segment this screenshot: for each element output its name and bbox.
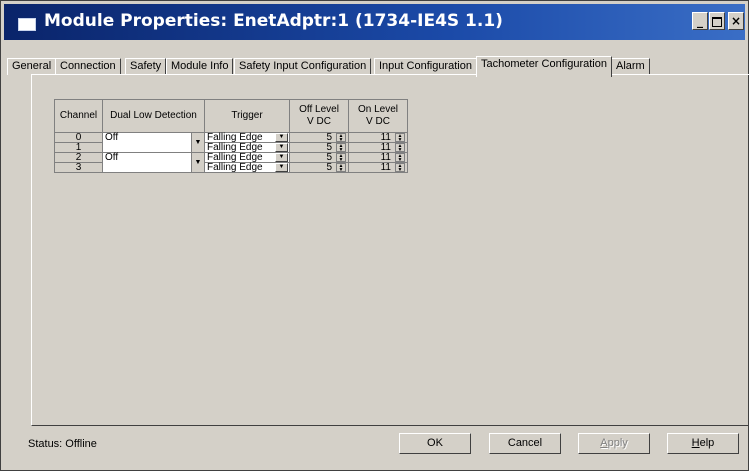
chevron-down-icon[interactable]: ▼ [191, 153, 204, 172]
table-row: 0 Off ▼ Falling Edge ▼ 5 ▲ ▼ 11 ▲ ▼ [54, 132, 408, 153]
header-on-level: On Level V DC [348, 99, 408, 133]
tachometer-grid: Channel Dual Low Detection Trigger Off L… [54, 99, 408, 173]
minimize-icon: _ [697, 14, 703, 28]
channel-cell: 1 [54, 142, 103, 153]
help-button[interactable]: Help [667, 433, 739, 454]
dual-low-detection-select-2[interactable]: Off ▼ [102, 152, 205, 173]
dual-low-detection-value: Off [105, 132, 119, 143]
tab-connection[interactable]: Connection [55, 58, 121, 75]
chevron-down-icon[interactable]: ▼ [275, 133, 288, 142]
status-text: Status: Offline [28, 438, 97, 450]
tab-alarm[interactable]: Alarm [611, 58, 650, 75]
spinner-arrows-icon[interactable]: ▲ ▼ [336, 163, 346, 173]
header-channel: Channel [54, 99, 103, 133]
off-level-spinner-0[interactable]: 5 ▲ ▼ [289, 132, 349, 143]
spinner-arrows-icon[interactable]: ▲ ▼ [395, 143, 405, 153]
trigger-value: Falling Edge [207, 152, 263, 163]
dual-low-detection-value: Off [105, 152, 119, 163]
maximize-icon [712, 17, 722, 27]
table-row: 2 Off ▼ Falling Edge ▼ 5 ▲ ▼ 11 ▲ ▼ [54, 152, 408, 173]
off-level-value: 5 [326, 152, 332, 163]
tab-module-info[interactable]: Module Info [166, 58, 234, 75]
trigger-select-2[interactable]: Falling Edge ▼ [204, 152, 290, 163]
window-title: Module Properties: EnetAdptr:1 (1734-IE4… [44, 11, 503, 31]
off-level-spinner-1[interactable]: 5 ▲ ▼ [289, 142, 349, 153]
on-level-spinner-2[interactable]: 11 ▲ ▼ [348, 152, 408, 163]
close-icon: × [730, 14, 742, 28]
trigger-value: Falling Edge [207, 132, 263, 143]
chevron-down-icon[interactable]: ▼ [191, 133, 204, 152]
tab-tachometer-configuration[interactable]: Tachometer Configuration [476, 56, 612, 77]
header-dual-low-detection: Dual Low Detection [102, 99, 205, 133]
grid-header-row: Channel Dual Low Detection Trigger Off L… [54, 99, 408, 133]
tab-safety[interactable]: Safety [125, 58, 167, 75]
maximize-button[interactable] [709, 12, 725, 30]
spinner-arrows-icon[interactable]: ▲ ▼ [395, 153, 405, 163]
on-level-spinner-0[interactable]: 11 ▲ ▼ [348, 132, 408, 143]
module-properties-window: Module Properties: EnetAdptr:1 (1734-IE4… [0, 0, 749, 471]
trigger-value: Falling Edge [207, 162, 263, 173]
channel-cell: 2 [54, 152, 103, 163]
off-level-value: 5 [326, 162, 332, 173]
trigger-select-0[interactable]: Falling Edge ▼ [204, 132, 290, 143]
help-mnemonic: H [691, 437, 700, 449]
tab-input-configuration[interactable]: Input Configuration [374, 58, 477, 75]
spinner-arrows-icon[interactable]: ▲ ▼ [395, 133, 405, 143]
off-level-spinner-3[interactable]: 5 ▲ ▼ [289, 162, 349, 173]
spinner-arrows-icon[interactable]: ▲ ▼ [336, 153, 346, 163]
on-level-value: 11 [380, 142, 391, 153]
on-level-value: 11 [380, 152, 391, 163]
on-level-spinner-1[interactable]: 11 ▲ ▼ [348, 142, 408, 153]
title-bar[interactable]: Module Properties: EnetAdptr:1 (1734-IE4… [4, 4, 745, 40]
cancel-label: Cancel [507, 437, 543, 449]
ok-label: OK [427, 437, 443, 449]
header-off-level: Off Level V DC [289, 99, 349, 133]
chevron-down-icon[interactable]: ▼ [275, 143, 288, 152]
spinner-arrows-icon[interactable]: ▲ ▼ [336, 133, 346, 143]
on-level-value: 11 [380, 162, 391, 173]
header-trigger: Trigger [204, 99, 290, 133]
window-icon [18, 18, 36, 31]
minimize-button[interactable]: _ [692, 12, 708, 30]
close-button[interactable]: × [728, 12, 744, 30]
ok-button[interactable]: OK [399, 433, 471, 454]
off-level-value: 5 [326, 132, 332, 143]
channel-cell: 3 [54, 162, 103, 173]
trigger-value: Falling Edge [207, 142, 263, 153]
chevron-down-icon[interactable]: ▼ [275, 153, 288, 162]
on-level-value: 11 [380, 132, 391, 143]
trigger-select-3[interactable]: Falling Edge ▼ [204, 162, 290, 173]
trigger-select-1[interactable]: Falling Edge ▼ [204, 142, 290, 153]
tab-general[interactable]: General [7, 58, 57, 75]
tab-safety-input-configuration[interactable]: Safety Input Configuration [234, 58, 372, 75]
apply-mnemonic: A [600, 437, 608, 449]
off-level-value: 5 [326, 142, 332, 153]
help-label: elp [699, 437, 715, 449]
cancel-button[interactable]: Cancel [489, 433, 561, 454]
off-level-spinner-2[interactable]: 5 ▲ ▼ [289, 152, 349, 163]
spinner-arrows-icon[interactable]: ▲ ▼ [336, 143, 346, 153]
chevron-down-icon[interactable]: ▼ [275, 163, 288, 172]
apply-button[interactable]: Apply [578, 433, 650, 454]
spinner-arrows-icon[interactable]: ▲ ▼ [395, 163, 405, 173]
channel-cell: 0 [54, 132, 103, 143]
on-level-spinner-3[interactable]: 11 ▲ ▼ [348, 162, 408, 173]
dual-low-detection-select-0[interactable]: Off ▼ [102, 132, 205, 153]
apply-label: pply [607, 437, 628, 449]
